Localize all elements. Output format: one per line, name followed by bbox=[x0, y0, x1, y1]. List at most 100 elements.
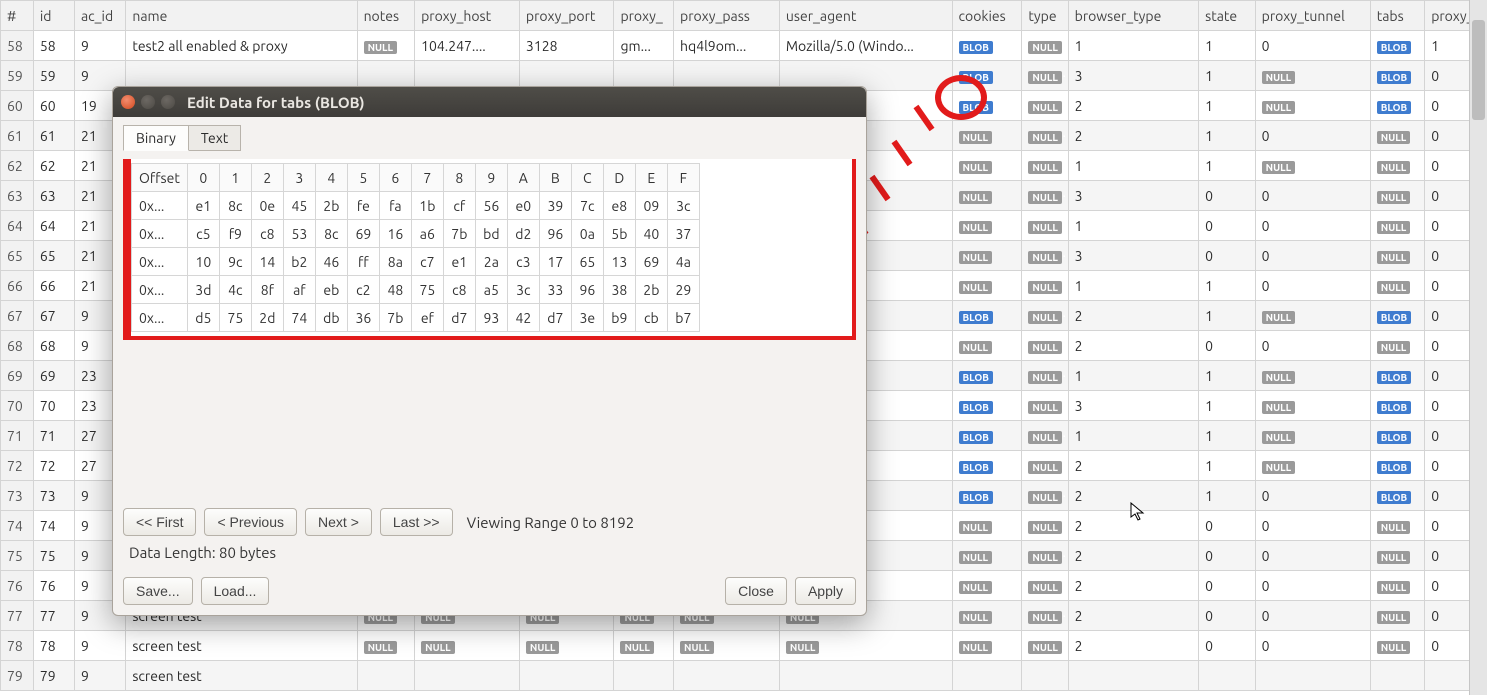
cell[interactable]: 0 bbox=[1255, 601, 1370, 631]
cell[interactable]: 70 bbox=[33, 391, 74, 421]
first-button[interactable]: << First bbox=[123, 508, 196, 536]
hex-cell[interactable]: c3 bbox=[507, 248, 539, 276]
cell[interactable]: 1 bbox=[1199, 121, 1256, 151]
cell[interactable]: 2 bbox=[1068, 121, 1199, 151]
cell[interactable]: 0 bbox=[1255, 211, 1370, 241]
cell[interactable]: NULL bbox=[1370, 511, 1424, 541]
hex-cell[interactable]: a5 bbox=[475, 276, 507, 304]
hex-cell[interactable]: 69 bbox=[635, 248, 667, 276]
cell[interactable]: 1 bbox=[1199, 451, 1256, 481]
cell[interactable]: 1 bbox=[1199, 31, 1256, 61]
cell[interactable]: NULL bbox=[1022, 301, 1068, 331]
row-number[interactable]: 68 bbox=[1, 331, 34, 361]
apply-button[interactable]: Apply bbox=[795, 577, 856, 605]
row-number[interactable]: 69 bbox=[1, 361, 34, 391]
hex-cell[interactable]: 96 bbox=[571, 276, 603, 304]
hex-cell[interactable]: cf bbox=[443, 192, 475, 220]
cell[interactable]: 62 bbox=[33, 151, 74, 181]
cell[interactable]: NULL bbox=[1022, 511, 1068, 541]
table-row[interactable]: 78789screen testNULLNULLNULLNULLNULLNULL… bbox=[1, 631, 1487, 661]
cell[interactable]: 2 bbox=[1068, 91, 1199, 121]
tab-binary[interactable]: Binary bbox=[123, 125, 189, 151]
cell[interactable]: screen test bbox=[126, 661, 357, 691]
cell[interactable]: BLOB bbox=[1370, 361, 1424, 391]
hex-cell[interactable]: e1 bbox=[443, 248, 475, 276]
row-number[interactable]: 59 bbox=[1, 61, 34, 91]
cell[interactable]: 3 bbox=[1068, 61, 1199, 91]
cell[interactable]: 66 bbox=[33, 271, 74, 301]
cell[interactable]: NULL bbox=[1022, 631, 1068, 661]
hex-cell[interactable]: 7c bbox=[571, 192, 603, 220]
cell[interactable]: NULL bbox=[1370, 151, 1424, 181]
col-header[interactable]: user_agent bbox=[779, 1, 952, 31]
cell[interactable]: BLOB bbox=[1370, 301, 1424, 331]
cell[interactable]: NULL bbox=[674, 631, 780, 661]
col-header[interactable]: proxy_tunnel bbox=[1255, 1, 1370, 31]
cell[interactable] bbox=[1199, 661, 1256, 691]
cell[interactable]: 104.247.... bbox=[415, 31, 520, 61]
hex-cell[interactable]: 96 bbox=[539, 220, 571, 248]
hex-cell[interactable]: b9 bbox=[603, 304, 635, 332]
hex-viewer[interactable]: Offset0123456789ABCDEF0x...e18c0e452bfef… bbox=[123, 159, 856, 340]
cell[interactable]: NULL bbox=[952, 511, 1022, 541]
cell[interactable]: screen test bbox=[126, 631, 357, 661]
cell[interactable]: BLOB bbox=[952, 361, 1022, 391]
hex-cell[interactable]: 29 bbox=[667, 276, 699, 304]
cell[interactable]: 2 bbox=[1068, 631, 1199, 661]
cell[interactable]: 0 bbox=[1255, 181, 1370, 211]
col-header[interactable]: state bbox=[1199, 1, 1256, 31]
hex-cell[interactable]: c5 bbox=[187, 220, 219, 248]
cell[interactable]: 3 bbox=[1068, 181, 1199, 211]
table-row[interactable]: 79799screen test bbox=[1, 661, 1487, 691]
cell[interactable]: 1 bbox=[1199, 271, 1256, 301]
hex-cell[interactable]: 17 bbox=[539, 248, 571, 276]
hex-cell[interactable]: eb bbox=[315, 276, 347, 304]
cell[interactable]: NULL bbox=[415, 631, 520, 661]
hex-cell[interactable]: fa bbox=[379, 192, 411, 220]
cell[interactable]: NULL bbox=[1370, 211, 1424, 241]
hex-cell[interactable]: d7 bbox=[539, 304, 571, 332]
cell[interactable]: 65 bbox=[33, 241, 74, 271]
cell[interactable]: NULL bbox=[1370, 601, 1424, 631]
row-number[interactable]: 62 bbox=[1, 151, 34, 181]
cell[interactable]: 0 bbox=[1199, 601, 1256, 631]
cell[interactable] bbox=[614, 661, 674, 691]
hex-cell[interactable]: c2 bbox=[347, 276, 379, 304]
row-number[interactable]: 61 bbox=[1, 121, 34, 151]
cell[interactable]: 1 bbox=[1199, 151, 1256, 181]
cell[interactable]: 58 bbox=[33, 31, 74, 61]
cell[interactable]: NULL bbox=[1022, 31, 1068, 61]
row-number[interactable]: 60 bbox=[1, 91, 34, 121]
cell[interactable]: BLOB bbox=[1370, 481, 1424, 511]
hex-cell[interactable]: 46 bbox=[315, 248, 347, 276]
cell[interactable] bbox=[1370, 661, 1424, 691]
cell[interactable]: 0 bbox=[1255, 631, 1370, 661]
row-number[interactable]: 58 bbox=[1, 31, 34, 61]
prev-button[interactable]: < Previous bbox=[204, 508, 297, 536]
cell[interactable]: NULL bbox=[1022, 391, 1068, 421]
hex-cell[interactable]: 2b bbox=[315, 192, 347, 220]
cell[interactable]: NULL bbox=[1370, 241, 1424, 271]
cell[interactable]: BLOB bbox=[1370, 31, 1424, 61]
window-minimize-icon[interactable] bbox=[141, 95, 155, 109]
hex-cell[interactable]: 1b bbox=[411, 192, 443, 220]
cell[interactable]: NULL bbox=[1255, 91, 1370, 121]
hex-cell[interactable]: d7 bbox=[443, 304, 475, 332]
cell[interactable]: NULL bbox=[952, 121, 1022, 151]
hex-cell[interactable]: ff bbox=[347, 248, 379, 276]
hex-cell[interactable]: c7 bbox=[411, 248, 443, 276]
cell[interactable] bbox=[1255, 661, 1370, 691]
cell[interactable]: 1 bbox=[1068, 151, 1199, 181]
hex-cell[interactable]: 0x... bbox=[132, 248, 188, 276]
save-button[interactable]: Save... bbox=[123, 577, 193, 605]
cell[interactable]: 60 bbox=[33, 91, 74, 121]
cell[interactable]: BLOB bbox=[952, 481, 1022, 511]
hex-cell[interactable]: 0x... bbox=[132, 304, 188, 332]
hex-cell[interactable]: 2a bbox=[475, 248, 507, 276]
col-header[interactable]: type bbox=[1022, 1, 1068, 31]
col-header[interactable]: proxy_port bbox=[519, 1, 614, 31]
row-number[interactable]: 79 bbox=[1, 661, 34, 691]
cell[interactable]: 0 bbox=[1199, 211, 1256, 241]
hex-cell[interactable]: 4c bbox=[219, 276, 251, 304]
cell[interactable]: 72 bbox=[33, 451, 74, 481]
